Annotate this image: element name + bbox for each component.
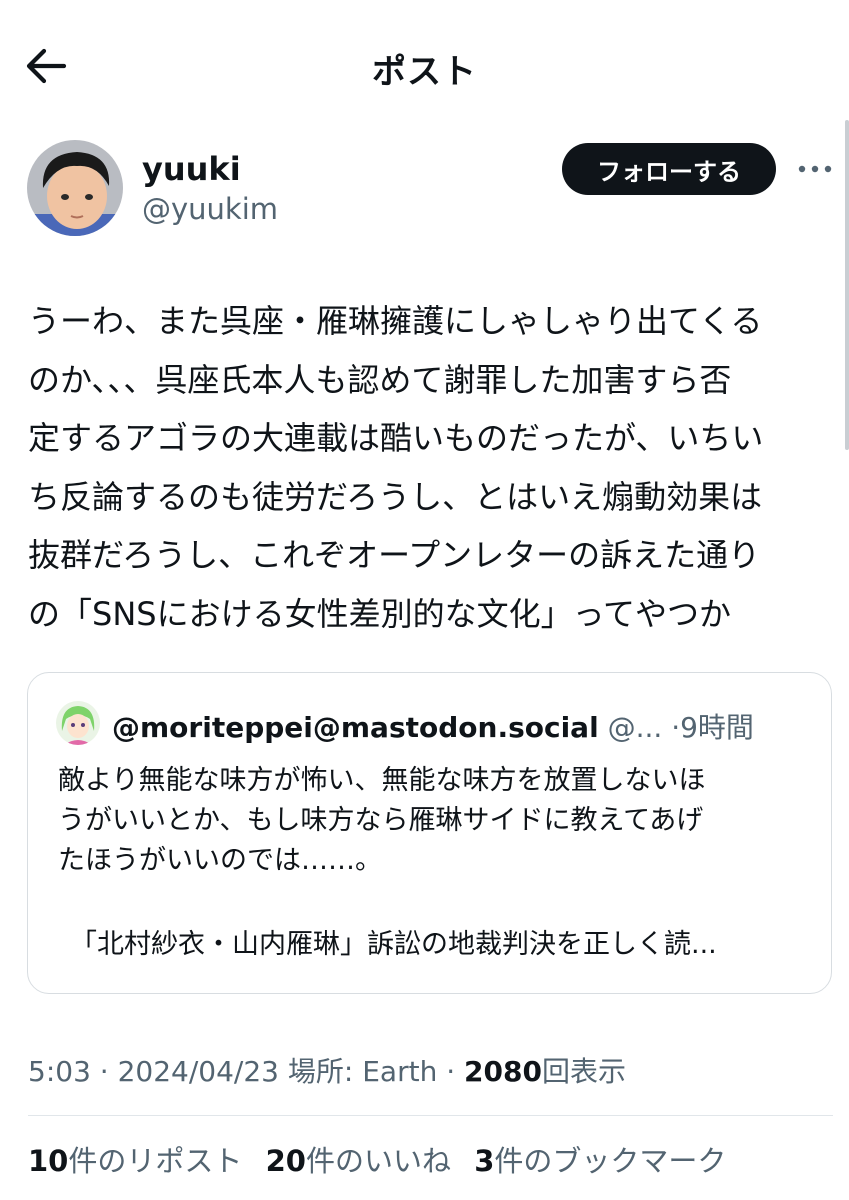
scrollbar[interactable] — [845, 120, 849, 450]
bookmarks-stat[interactable]: 3件のブックマーク — [474, 1138, 726, 1180]
post-text: うーわ、また呉座・雁琳擁護にしゃしゃり出てくる のか、、、呉座氏本人も認めて謝罪… — [28, 302, 764, 633]
top-bar: ポスト — [0, 0, 849, 130]
post-location: 場所: Earth — [287, 1055, 438, 1088]
reposts-count: 10 — [28, 1144, 69, 1178]
quoted-post-header: @moriteppei@mastodon.social @... ·9時間 — [112, 706, 754, 746]
views-label: 回表示 — [541, 1055, 626, 1088]
quoted-post-card[interactable]: @moriteppei@mastodon.social @... ·9時間 敵よ… — [27, 672, 832, 994]
likes-label: 件のいいね — [305, 1144, 451, 1178]
quoted-author-avatar — [56, 701, 100, 745]
divider — [28, 1115, 833, 1116]
avatar-illustration — [56, 701, 100, 745]
likes-stat[interactable]: 20件のいいね — [266, 1138, 451, 1180]
reposts-stat[interactable]: 10件のリポスト — [28, 1138, 242, 1180]
views-count: 2080 — [464, 1055, 542, 1088]
likes-count: 20 — [265, 1144, 306, 1178]
reposts-label: 件のリポスト — [68, 1144, 243, 1178]
author-handle[interactable]: @yuukim — [142, 192, 278, 226]
quoted-post-time[interactable]: 9時間 — [680, 711, 754, 744]
bookmarks-label: 件のブックマーク — [494, 1144, 727, 1178]
separator-dot: · — [446, 1055, 456, 1088]
separator-dot: · — [99, 1055, 109, 1088]
quoted-author-name[interactable]: @moriteppei@mastodon.social — [112, 711, 599, 744]
avatar-photo — [27, 140, 123, 236]
quoted-author-handle: @... — [607, 711, 663, 744]
post-date[interactable]: 2024/04/23 — [118, 1055, 279, 1088]
author-display-name[interactable]: yuuki — [142, 150, 241, 188]
page-title: ポスト — [372, 52, 477, 92]
engagement-stats: 10件のリポスト 20件のいいね 3件のブックマーク — [28, 1138, 740, 1180]
separator-dot: · — [671, 711, 681, 744]
bookmarks-count: 3 — [474, 1144, 495, 1178]
post-metadata: 5:03 · 2024/04/23 場所: Earth · 2080回表示 — [28, 1050, 626, 1090]
post-time[interactable]: 5:03 — [28, 1055, 91, 1088]
follow-button[interactable]: フォローする — [562, 143, 776, 195]
more-horizontal-icon — [798, 165, 832, 173]
quoted-post-text: 敵より無能な味方が怖い、無能な味方を放置しないほ うがいいとか、もし味方なら雁琳… — [58, 765, 706, 876]
more-options-button[interactable] — [795, 155, 835, 183]
quoted-post-link-text[interactable]: 「北村紗衣・山内雁琳」訴訟の地裁判決を正しく読... — [70, 925, 717, 965]
author-avatar[interactable] — [27, 140, 123, 236]
